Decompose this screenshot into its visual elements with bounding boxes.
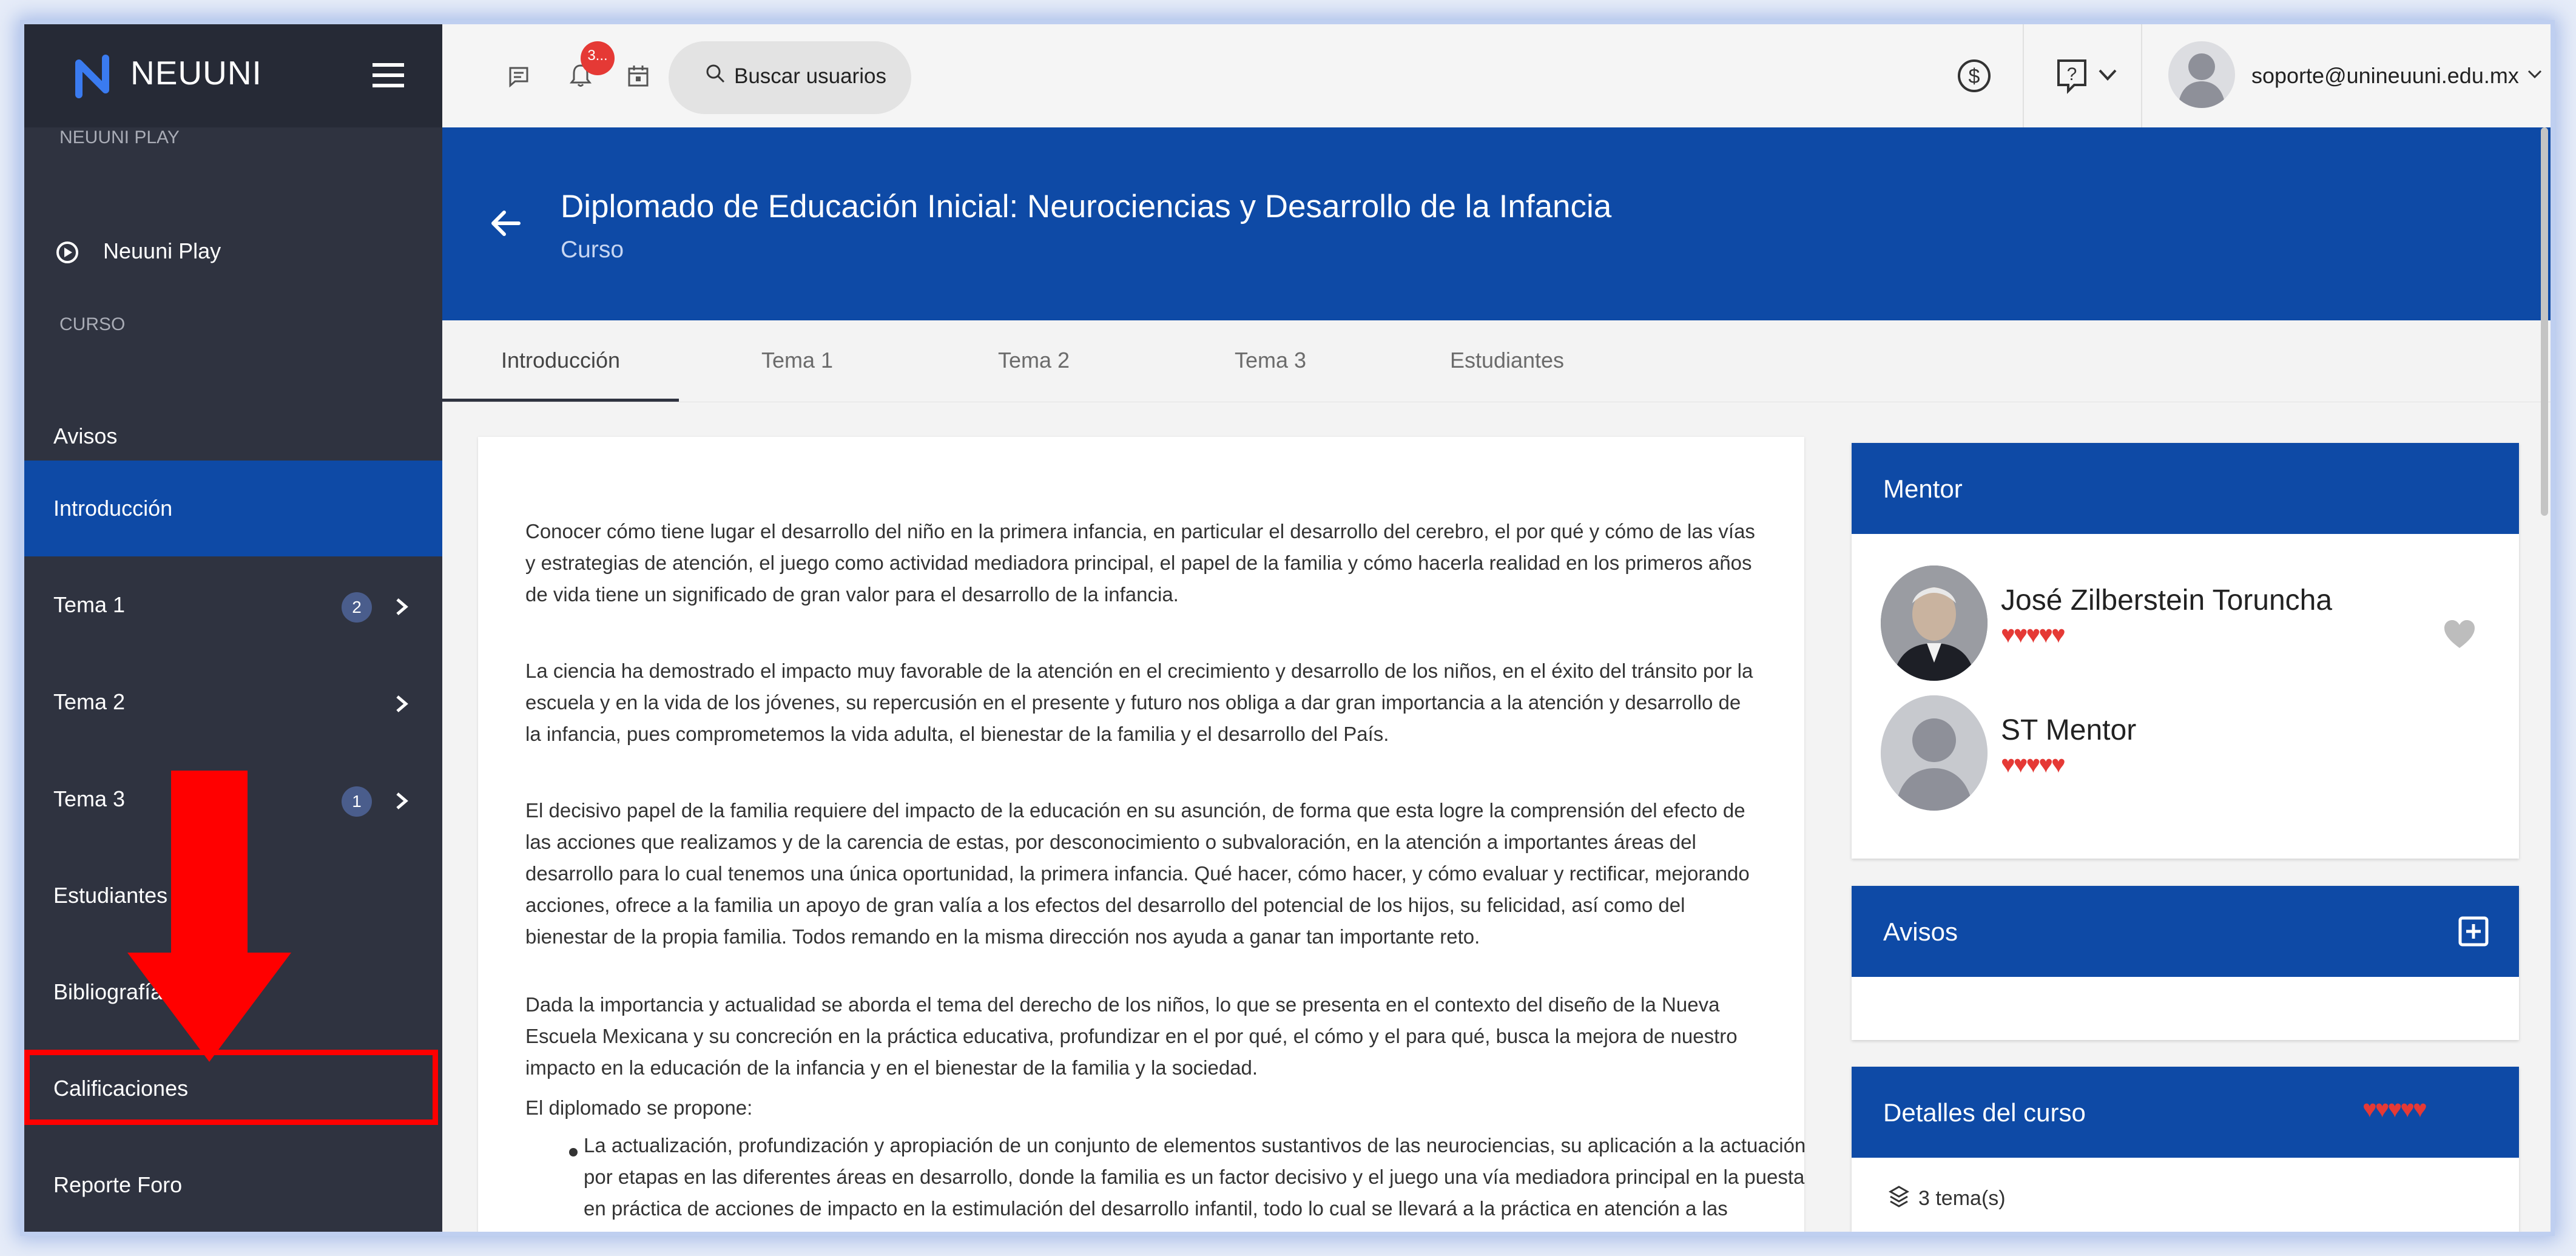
annotation-arrow-icon	[127, 771, 291, 1062]
search-icon	[706, 64, 725, 83]
card-header: Detalles del curso ♥♥♥♥♥	[1852, 1067, 2519, 1158]
chevron-right-icon	[396, 598, 408, 615]
app-window: NEUUNI NEUUNI PLAY Neuuni Play CURSO Avi…	[24, 24, 2551, 1232]
favorite-heart-icon[interactable]	[2443, 619, 2476, 649]
svg-text:?: ?	[2067, 64, 2077, 84]
divider	[2141, 24, 2142, 127]
course-description: Conocer cómo tiene lugar el desarrollo d…	[478, 437, 1806, 1232]
list-item: La actualización, profundización y aprop…	[584, 1134, 1806, 1232]
topics-count: 3 tema(s)	[1918, 1187, 2006, 1210]
user-silhouette-icon	[2178, 53, 2225, 108]
play-circle-icon	[56, 241, 78, 263]
card-title: Avisos	[1883, 917, 1958, 946]
sidebar-item-label: Tema 3	[53, 786, 126, 811]
tab-tema-2[interactable]: Tema 2	[915, 320, 1152, 402]
tab-bar: Introducción Tema 1 Tema 2 Tema 3 Estudi…	[442, 320, 2551, 402]
search-placeholder: Buscar usuarios	[734, 64, 886, 88]
divider	[2023, 24, 2024, 127]
mentor-photo[interactable]	[1881, 695, 1988, 811]
tab-tema-3[interactable]: Tema 3	[1152, 320, 1389, 402]
description-paragraph: El diplomado se propone:	[525, 1096, 753, 1119]
mentor-name[interactable]: ST Mentor	[2001, 714, 2136, 747]
dollar-icon[interactable]: $	[1957, 58, 1992, 93]
card-title: Detalles del curso	[1883, 1098, 2086, 1127]
page-subtitle: Curso	[561, 237, 624, 263]
rating-hearts: ♥♥♥♥♥	[2001, 751, 2066, 778]
top-bar: 3... Buscar usuarios $ ? soporte@unineuu…	[442, 24, 2551, 128]
sidebar-item-reporte-foro[interactable]: Reporte Foro	[24, 1137, 442, 1232]
topics-icon	[1888, 1186, 1910, 1207]
user-email[interactable]: soporte@unineuuni.edu.mx	[2251, 63, 2519, 89]
annotation-highlight-box	[24, 1050, 438, 1125]
avatar[interactable]	[2168, 41, 2235, 108]
mentor-name[interactable]: José Zilberstein Toruncha	[2001, 584, 2332, 617]
tab-tema-1[interactable]: Tema 1	[679, 320, 915, 402]
brand-name: NEUUNI	[130, 54, 262, 92]
chat-icon[interactable]	[508, 66, 530, 87]
back-arrow-icon[interactable]	[491, 210, 521, 237]
svg-text:$: $	[1969, 65, 1980, 88]
card-header: Mentor	[1852, 443, 2519, 534]
sidebar-item-label: Introducción	[53, 496, 173, 521]
calendar-icon[interactable]	[627, 64, 649, 87]
course-header: Diplomado de Educación Inicial: Neurocie…	[442, 127, 2551, 320]
sidebar-item-label: Reporte Foro	[53, 1172, 183, 1197]
sidebar-item-neuuni-play[interactable]: Neuuni Play	[24, 203, 442, 299]
sidebar-item-label: Tema 2	[53, 689, 126, 714]
mentor-portrait-icon	[1881, 566, 1988, 681]
chevron-down-icon[interactable]	[2527, 69, 2543, 80]
card-header: Avisos	[1852, 886, 2519, 977]
chevron-right-icon	[396, 792, 408, 809]
section-label-curso: CURSO	[59, 314, 126, 334]
rating-hearts: ♥♥♥♥♥	[2362, 1096, 2427, 1123]
sidebar-item-tema-2[interactable]: Tema 2	[24, 654, 442, 750]
add-notice-icon[interactable]	[2458, 916, 2489, 947]
section-label-neuuni-play: NEUUNI PLAY	[59, 127, 180, 147]
sidebar-item-label: Neuuni Play	[103, 238, 221, 263]
sidebar-item-label: Tema 1	[53, 592, 126, 617]
count-badge: 2	[342, 592, 372, 623]
neuuni-logo-icon	[75, 55, 109, 98]
scrollbar[interactable]	[2541, 127, 2548, 516]
description-paragraph: La ciencia ha demostrado el impacto muy …	[525, 660, 1753, 745]
mentor-card: Mentor José Zilberstein Toruncha ♥♥♥♥♥ S…	[1852, 443, 2519, 859]
search-input[interactable]: Buscar usuarios	[669, 41, 911, 114]
brand-header: NEUUNI	[24, 24, 442, 127]
page-title: Diplomado de Educación Inicial: Neurocie…	[561, 189, 1612, 225]
sidebar-item-introduccion[interactable]: Introducción	[24, 461, 442, 556]
chevron-right-icon	[396, 695, 408, 712]
description-paragraph: Dada la importancia y actualidad se abor…	[525, 993, 1738, 1079]
rating-hearts: ♥♥♥♥♥	[2001, 621, 2066, 648]
card-title: Mentor	[1883, 474, 1963, 503]
help-icon[interactable]: ?	[2056, 58, 2090, 95]
tab-estudiantes[interactable]: Estudiantes	[1389, 320, 1625, 402]
description-paragraph: El decisivo papel de la familia requiere…	[525, 799, 1750, 948]
user-silhouette-icon	[1881, 695, 1988, 811]
tab-introduccion[interactable]: Introducción	[442, 320, 679, 402]
course-details-card: Detalles del curso ♥♥♥♥♥ 3 tema(s)	[1852, 1067, 2519, 1232]
description-paragraph: Conocer cómo tiene lugar el desarrollo d…	[525, 520, 1755, 606]
bullet-marker	[569, 1148, 578, 1156]
chevron-down-icon[interactable]	[2097, 68, 2118, 83]
sidebar-item-tema-1[interactable]: Tema 1 2	[24, 557, 442, 653]
avisos-card: Avisos	[1852, 886, 2519, 1040]
hamburger-menu-icon[interactable]	[373, 62, 404, 89]
mentor-photo[interactable]	[1881, 566, 1988, 681]
notification-badge: 3...	[581, 41, 615, 75]
sidebar-item-label: Avisos	[53, 424, 118, 448]
count-badge: 1	[342, 786, 372, 817]
